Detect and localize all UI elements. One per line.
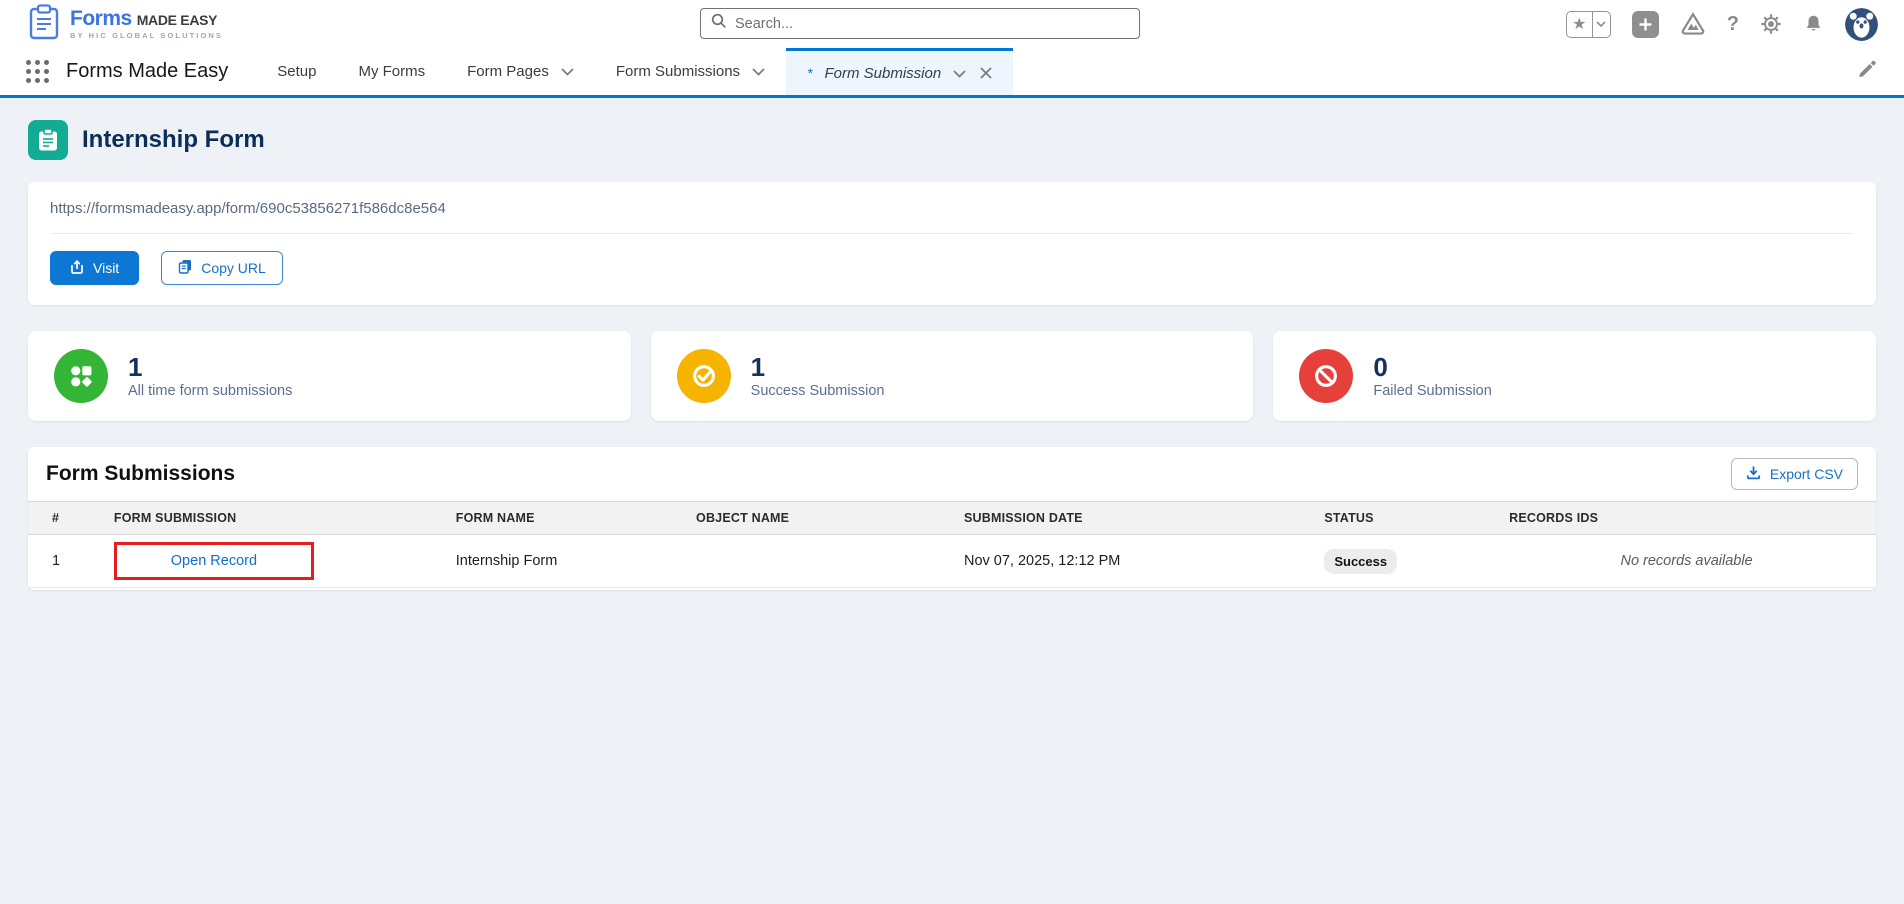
object-name-cell bbox=[684, 535, 952, 588]
stat-value: 0 bbox=[1373, 353, 1491, 382]
stat-card-all-submissions: 1 All time form submissions bbox=[28, 331, 631, 421]
form-clipboard-icon bbox=[28, 120, 68, 160]
check-icon bbox=[677, 349, 731, 403]
table-header-row: # FORM SUBMISSION FORM NAME OBJECT NAME … bbox=[28, 502, 1876, 535]
chevron-down-icon[interactable] bbox=[561, 63, 574, 80]
tab-form-submission-active[interactable]: * Form Submission bbox=[786, 48, 1013, 95]
brand-name-primary: Forms bbox=[70, 8, 132, 29]
tab-form-pages[interactable]: Form Pages bbox=[446, 48, 595, 95]
user-avatar[interactable] bbox=[1845, 8, 1878, 41]
open-record-link[interactable]: Open Record bbox=[171, 553, 257, 569]
records-ids-cell: No records available bbox=[1497, 535, 1876, 588]
help-icon[interactable]: ? bbox=[1727, 13, 1739, 36]
page-title: Internship Form bbox=[82, 126, 265, 154]
copy-icon bbox=[178, 259, 192, 277]
export-csv-button[interactable]: Export CSV bbox=[1731, 458, 1858, 490]
search-icon bbox=[711, 13, 727, 34]
col-object-name: OBJECT NAME bbox=[684, 502, 952, 535]
trailhead-icon[interactable] bbox=[1680, 12, 1706, 36]
visit-button[interactable]: Visit bbox=[50, 251, 139, 285]
row-index: 1 bbox=[28, 535, 102, 588]
gear-icon[interactable] bbox=[1760, 13, 1782, 35]
brand-tagline: BY HIC GLOBAL SOLUTIONS bbox=[70, 32, 223, 40]
global-header: Forms MADE EASY BY HIC GLOBAL SOLUTIONS … bbox=[0, 0, 1904, 48]
stat-card-success: 1 Success Submission bbox=[651, 331, 1254, 421]
stat-label: Success Submission bbox=[751, 383, 885, 399]
col-records-ids: RECORDS IDS bbox=[1497, 502, 1876, 535]
submission-date-cell: Nov 07, 2025, 12:12 PM bbox=[952, 535, 1312, 588]
download-icon bbox=[1746, 465, 1761, 483]
stat-label: All time form submissions bbox=[128, 383, 292, 399]
favorites-combo: ★ bbox=[1566, 11, 1611, 38]
chevron-down-icon[interactable] bbox=[752, 63, 765, 80]
form-url-card: https://formsmadeasy.app/form/690c538562… bbox=[28, 182, 1876, 305]
shapes-icon bbox=[54, 349, 108, 403]
col-submission-date: SUBMISSION DATE bbox=[952, 502, 1312, 535]
stats-row: 1 All time form submissions 1 Success Su… bbox=[28, 331, 1876, 421]
open-in-new-icon bbox=[70, 260, 84, 277]
form-url: https://formsmadeasy.app/form/690c538562… bbox=[50, 200, 1854, 234]
stat-value: 1 bbox=[751, 353, 885, 382]
brand-logo: Forms MADE EASY BY HIC GLOBAL SOLUTIONS bbox=[26, 3, 223, 46]
submissions-table: # FORM SUBMISSION FORM NAME OBJECT NAME … bbox=[28, 501, 1876, 588]
ban-icon bbox=[1299, 349, 1353, 403]
tab-setup[interactable]: Setup bbox=[256, 48, 337, 95]
pencil-edit-icon[interactable] bbox=[1857, 60, 1904, 84]
form-name-cell: Internship Form bbox=[444, 535, 684, 588]
stat-value: 1 bbox=[128, 353, 292, 382]
col-form-submission: FORM SUBMISSION bbox=[102, 502, 444, 535]
app-launcher-icon[interactable] bbox=[26, 60, 50, 84]
tab-my-forms[interactable]: My Forms bbox=[337, 48, 446, 95]
chevron-down-icon[interactable] bbox=[953, 65, 966, 82]
table-row: 1 Open Record Internship Form Nov 07, 20… bbox=[28, 535, 1876, 588]
app-name: Forms Made Easy bbox=[66, 60, 228, 83]
col-index: # bbox=[28, 502, 102, 535]
highlight-box: Open Record bbox=[114, 542, 314, 580]
nav-tabs: Setup My Forms Form Pages Form Submissio… bbox=[256, 48, 1013, 95]
section-title: Form Submissions bbox=[46, 462, 235, 486]
main-content: Internship Form https://formsmadeasy.app… bbox=[0, 120, 1904, 590]
bell-icon[interactable] bbox=[1803, 13, 1824, 35]
search-input[interactable] bbox=[735, 16, 1129, 32]
stat-card-failed: 0 Failed Submission bbox=[1273, 331, 1876, 421]
quick-create-plus-icon[interactable] bbox=[1632, 11, 1659, 38]
copy-url-button[interactable]: Copy URL bbox=[161, 251, 283, 285]
app-navbar: Forms Made Easy Setup My Forms Form Page… bbox=[0, 48, 1904, 98]
chevron-down-icon[interactable] bbox=[1593, 12, 1610, 37]
brand-name-secondary: MADE EASY bbox=[137, 13, 218, 27]
col-status: STATUS bbox=[1312, 502, 1497, 535]
unsaved-marker: * bbox=[807, 65, 812, 81]
form-submissions-card: Form Submissions Export CSV # bbox=[28, 447, 1876, 590]
star-icon[interactable]: ★ bbox=[1567, 12, 1593, 37]
global-search[interactable] bbox=[700, 8, 1140, 39]
tab-form-submissions[interactable]: Form Submissions bbox=[595, 48, 786, 95]
status-badge: Success bbox=[1324, 549, 1397, 574]
stat-label: Failed Submission bbox=[1373, 383, 1491, 399]
close-icon[interactable] bbox=[980, 67, 992, 79]
page-header: Internship Form bbox=[28, 120, 1876, 160]
clipboard-logo-icon bbox=[26, 3, 62, 46]
col-form-name: FORM NAME bbox=[444, 502, 684, 535]
